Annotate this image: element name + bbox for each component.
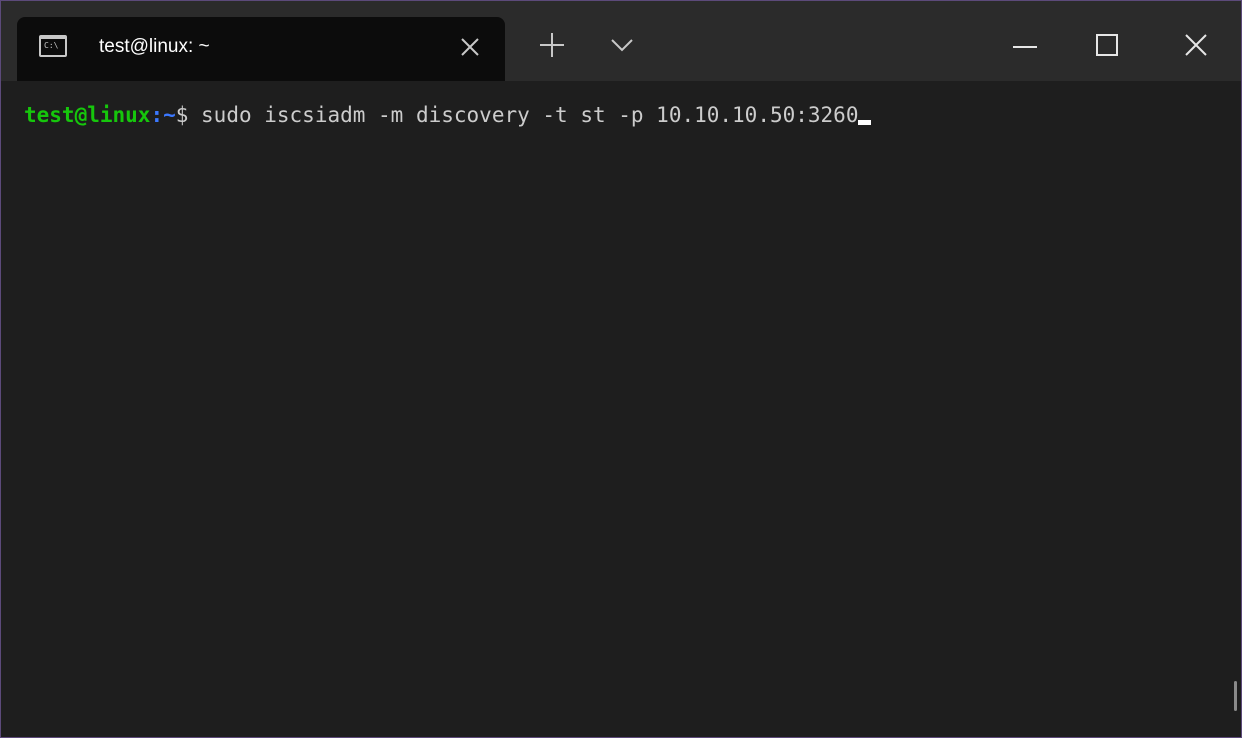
chevron-down-icon[interactable]	[610, 37, 634, 53]
prompt-symbol: $	[175, 103, 189, 127]
tab-active[interactable]: C:\ test@linux: ~	[17, 17, 505, 81]
scrollbar[interactable]	[1234, 681, 1237, 711]
text-cursor	[858, 120, 872, 125]
command-line: test@linux:~$ sudo iscsiadm -m discovery…	[24, 101, 872, 129]
prompt-path: :~	[150, 103, 176, 127]
console-icon: C:\	[39, 35, 67, 57]
tab-close-icon[interactable]	[454, 31, 486, 63]
terminal-window: C:\ test@linux: ~ test@linux:~$ sudo isc…	[0, 0, 1242, 738]
minimize-button[interactable]	[1013, 45, 1037, 49]
console-icon-glyph: C:\	[44, 41, 59, 50]
title-bar[interactable]: C:\ test@linux: ~	[1, 1, 1241, 81]
tab-title: test@linux: ~	[99, 36, 210, 57]
prompt-user: test@linux	[24, 103, 151, 127]
maximize-button[interactable]	[1096, 34, 1118, 56]
close-button[interactable]	[1184, 33, 1208, 57]
command-text: sudo iscsiadm -m discovery -t st -p 10.1…	[188, 103, 859, 127]
new-tab-button[interactable]	[538, 31, 566, 59]
terminal-output[interactable]: test@linux:~$ sudo iscsiadm -m discovery…	[1, 81, 1241, 737]
